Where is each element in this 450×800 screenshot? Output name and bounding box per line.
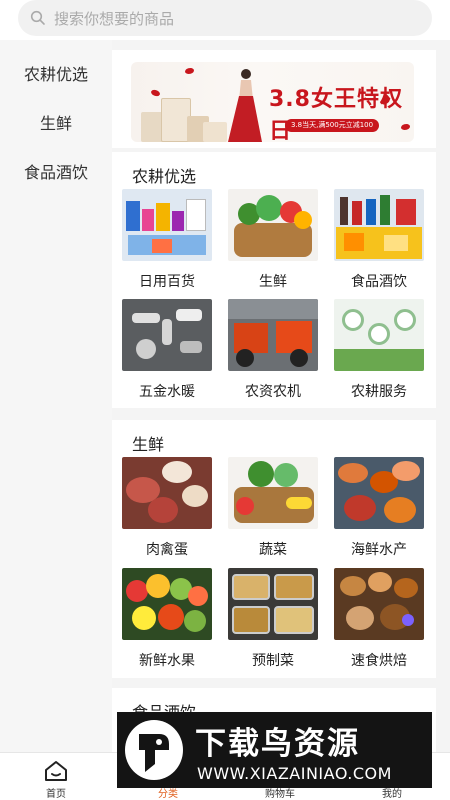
vegetable-basket-image (228, 189, 318, 261)
home-icon (45, 761, 67, 781)
category-item-prepared-dishes[interactable]: 预制菜 (228, 568, 318, 670)
gift-box-image (203, 122, 227, 142)
section-title: 生鲜 (132, 435, 165, 454)
fruit-image (122, 568, 212, 640)
promo-banner[interactable]: 3.8女王特权日 3.8当天,满500元立减100 (131, 62, 414, 142)
petal-decoration (150, 88, 161, 98)
prepared-dishes-image (228, 568, 318, 640)
section-title: 农耕优选 (132, 167, 197, 186)
category-item-seafood[interactable]: 海鲜水产 (334, 457, 424, 559)
banner-subtitle: 3.8当天,满500元立减100 (285, 119, 380, 132)
vegetables-image (228, 457, 318, 529)
sidebar-item-farming[interactable]: 农耕优选 (0, 48, 112, 97)
category-item-label: 预制菜 (252, 653, 294, 669)
banner-title: 3.8女王特权日 (269, 87, 403, 142)
category-item-label: 生鲜 (259, 274, 287, 290)
food-drinks-image (334, 189, 424, 261)
category-item-vegetables[interactable]: 蔬菜 (228, 457, 318, 559)
bird-logo-icon (125, 720, 183, 780)
meat-image (122, 457, 212, 529)
watermark-title: 下载鸟资源 (195, 726, 360, 762)
daily-goods-image (122, 189, 212, 261)
petal-decoration (185, 68, 194, 74)
search-icon (30, 10, 45, 25)
category-item-daily-goods[interactable]: 日用百货 (122, 189, 212, 291)
watermark-url: WWW.XIAZAINIAO.COM (197, 764, 392, 783)
farming-services-image (334, 299, 424, 371)
sidebar-item-food-drinks[interactable]: 食品酒饮 (0, 146, 112, 195)
category-item-fresh-fruit[interactable]: 新鲜水果 (122, 568, 212, 670)
category-item-food-drinks[interactable]: 食品酒饮 (334, 189, 424, 291)
banner-card: 3.8女王特权日 3.8当天,满500元立减100 (112, 50, 436, 148)
category-item-label: 食品酒饮 (351, 274, 407, 290)
category-item-meat-poultry-eggs[interactable]: 肉禽蛋 (122, 457, 212, 559)
search-placeholder: 搜索你想要的商品 (54, 9, 175, 28)
category-item-hardware-plumbing[interactable]: 五金水暖 (122, 299, 212, 401)
category-item-farming-services[interactable]: 农耕服务 (334, 299, 424, 401)
section-farming: 农耕优选 日用百货 生鲜 食品酒饮 五金水暖 农资农机 农耕服务 (112, 152, 436, 408)
category-item-fresh[interactable]: 生鲜 (228, 189, 318, 291)
category-content: 3.8女王特权日 3.8当天,满500元立减100 农耕优选 日用百货 生鲜 食… (112, 40, 450, 752)
category-item-fast-food-bakery[interactable]: 速食烘焙 (334, 568, 424, 670)
category-item-label: 海鲜水产 (351, 542, 407, 558)
category-item-label: 农耕服务 (351, 384, 407, 400)
search-bar: 搜索你想要的商品 (0, 0, 450, 40)
tab-label: 首页 (46, 789, 66, 800)
search-input[interactable]: 搜索你想要的商品 (18, 0, 432, 36)
bakery-image (334, 568, 424, 640)
plumbing-fittings-image (122, 299, 212, 371)
tab-home[interactable]: 首页 (0, 753, 112, 800)
category-item-label: 速食烘焙 (351, 653, 407, 669)
category-item-label: 农资农机 (245, 384, 301, 400)
category-item-label: 新鲜水果 (139, 653, 195, 669)
tractor-image (228, 299, 318, 371)
category-item-label: 日用百货 (139, 274, 195, 290)
category-sidebar: 农耕优选 生鲜 食品酒饮 (0, 40, 112, 752)
category-item-label: 肉禽蛋 (146, 542, 188, 558)
category-item-agri-machinery[interactable]: 农资农机 (228, 299, 318, 401)
watermark: 下载鸟资源 WWW.XIAZAINIAO.COM (117, 712, 432, 788)
woman-figure-image (228, 69, 262, 142)
seafood-image (334, 457, 424, 529)
category-item-label: 蔬菜 (259, 542, 287, 558)
section-fresh: 生鲜 肉禽蛋 蔬菜 海鲜水产 新鲜水果 预制菜 速食烘焙 (112, 420, 436, 678)
category-item-label: 五金水暖 (139, 384, 195, 400)
sidebar-item-fresh[interactable]: 生鲜 (0, 97, 112, 146)
